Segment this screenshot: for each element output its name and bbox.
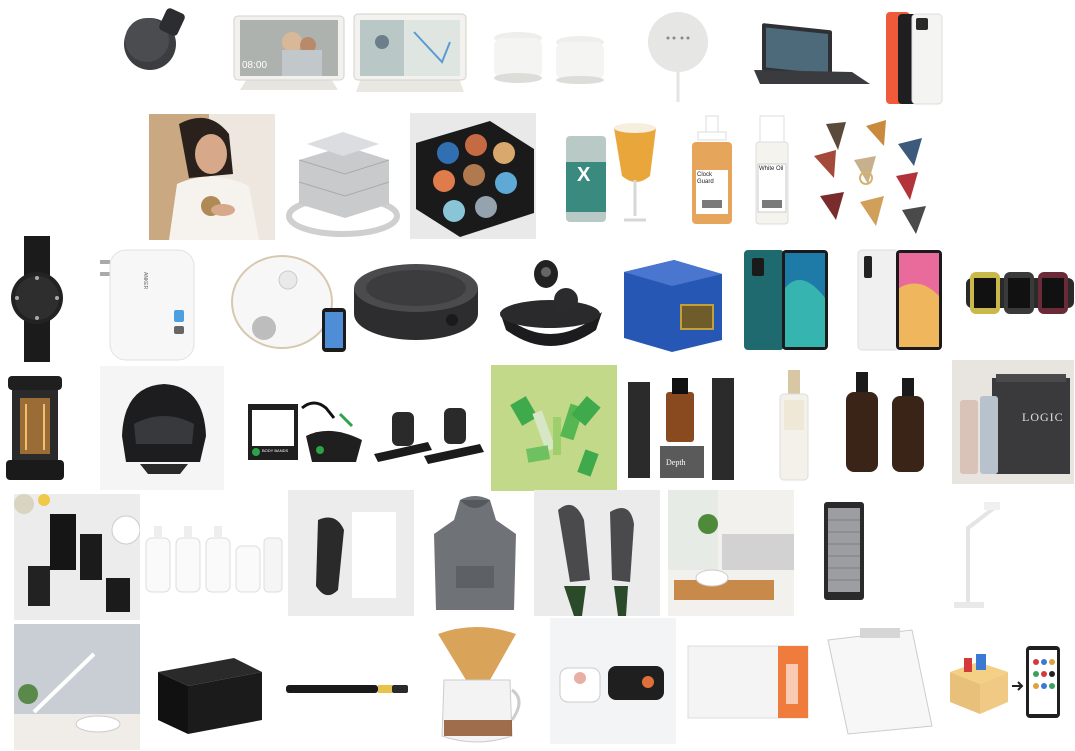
desk-lamp-product — [944, 498, 1002, 610]
nest-hub-clock: 08:00 — [242, 60, 268, 71]
living-room-photo — [668, 490, 794, 616]
box-to-phone-illustration — [946, 642, 1064, 722]
bottle-openers-product — [534, 490, 660, 616]
anker-charger-product: ANKER — [98, 246, 202, 364]
vape-pen-product — [286, 682, 408, 696]
woman-watch-photo — [149, 114, 275, 240]
body-bands-brand: BODY BANDS — [262, 448, 289, 453]
clock-guard-label: Clock Guard — [697, 172, 714, 185]
planet-box-product — [410, 113, 536, 239]
blue-cube-product — [620, 258, 724, 354]
nest-wifi-product — [488, 28, 610, 84]
ski-bindings-product — [368, 398, 488, 468]
white-oil-label: White Oil — [759, 166, 784, 172]
pour-over-coffee-product — [430, 624, 524, 748]
bell-ornaments-product — [806, 116, 934, 240]
logic-skincare-box-product: LOGIC — [952, 360, 1074, 484]
mi-note-lite-phone — [856, 248, 944, 352]
depth-brand: Depth — [666, 458, 686, 467]
white-bottles-set-product — [142, 522, 288, 594]
black-helmet-product — [100, 366, 224, 490]
dark-skincare-flatlay — [14, 494, 140, 620]
serum-bottle-product — [776, 368, 812, 482]
nest-hub-product — [352, 12, 468, 94]
lantern-speaker-product — [4, 374, 66, 482]
round-projector-product — [352, 260, 480, 342]
grey-hoodie-product — [430, 494, 520, 616]
insole-product — [288, 490, 414, 616]
nest-hub-max-product: 08:00 — [230, 12, 348, 92]
stacked-hardware-product — [285, 120, 401, 240]
black-watch-product — [4, 236, 66, 362]
green-skincare-product — [491, 365, 617, 491]
orange-clip-board-product — [686, 644, 810, 720]
beer-can-mark: X — [577, 164, 591, 186]
redmi-note-phone — [742, 248, 830, 352]
beer-can-glass-product: X — [562, 118, 658, 226]
clock-guard-bottle: Clock Guard — [690, 114, 734, 226]
earbuds-case-product — [492, 246, 608, 358]
black-storage-box-product — [154, 656, 266, 736]
smartwatches-product — [964, 268, 1074, 320]
air-purifier-product — [822, 500, 866, 604]
pixel-phones-product — [884, 10, 944, 106]
clip-board-product — [824, 626, 934, 736]
chromebook-tablet-product — [752, 20, 872, 86]
nest-mini-product — [640, 8, 716, 104]
air-monitor-gadgets-product — [550, 618, 676, 744]
body-bands-kit-product: BODY BANDS — [244, 396, 368, 466]
logic-brand: LOGIC — [1022, 410, 1064, 424]
desk-lamp-photo — [14, 624, 140, 750]
anker-brand: ANKER — [142, 272, 148, 290]
dark-amber-bottles-product — [844, 370, 928, 474]
robot-vacuum-product — [228, 250, 352, 360]
depth-skincare-product: Depth — [624, 376, 742, 484]
chromecast-product — [118, 4, 190, 76]
white-oil-bottle: White Oil — [754, 114, 790, 226]
